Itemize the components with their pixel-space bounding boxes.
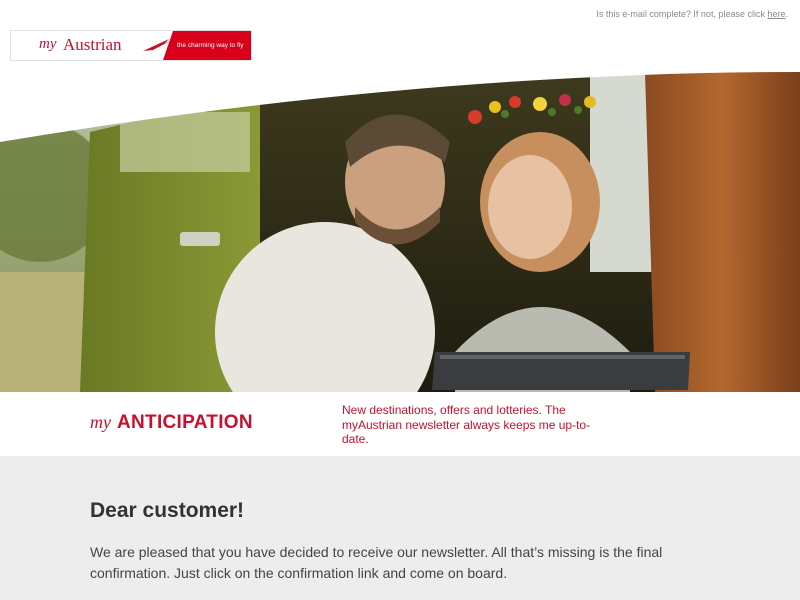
message-body: We are pleased that you have decided to … (90, 544, 663, 581)
greeting-heading: Dear customer! (90, 499, 245, 522)
hero-image (0, 72, 800, 392)
logo-slogan: the charming way to fly (163, 31, 251, 60)
brand-prefix: my (90, 412, 111, 432)
email-complete-notice: Is this e-mail complete? If not, please … (596, 9, 788, 19)
logo-wordmark: my Austrian (11, 31, 173, 60)
tagline-band: my ANTICIPATION New destinations, offers … (0, 392, 800, 456)
my-anticipation-brand: my ANTICIPATION (90, 412, 253, 434)
here-link[interactable]: here (767, 9, 785, 19)
tagline-text: New destinations, offers and lotteries. … (342, 403, 591, 446)
austrian-logo[interactable]: my Austrian the charming way to fly (10, 30, 252, 61)
logo-my: my (39, 36, 57, 52)
logo-austrian: Austrian (63, 35, 122, 54)
notice-end: . (785, 9, 788, 19)
couple-in-van-photo (0, 72, 800, 392)
notice-text: Is this e-mail complete? If not, please … (596, 9, 768, 19)
brand-word: ANTICIPATION (117, 412, 253, 433)
message-content: Dear customer! We are pleased that you h… (0, 456, 800, 600)
